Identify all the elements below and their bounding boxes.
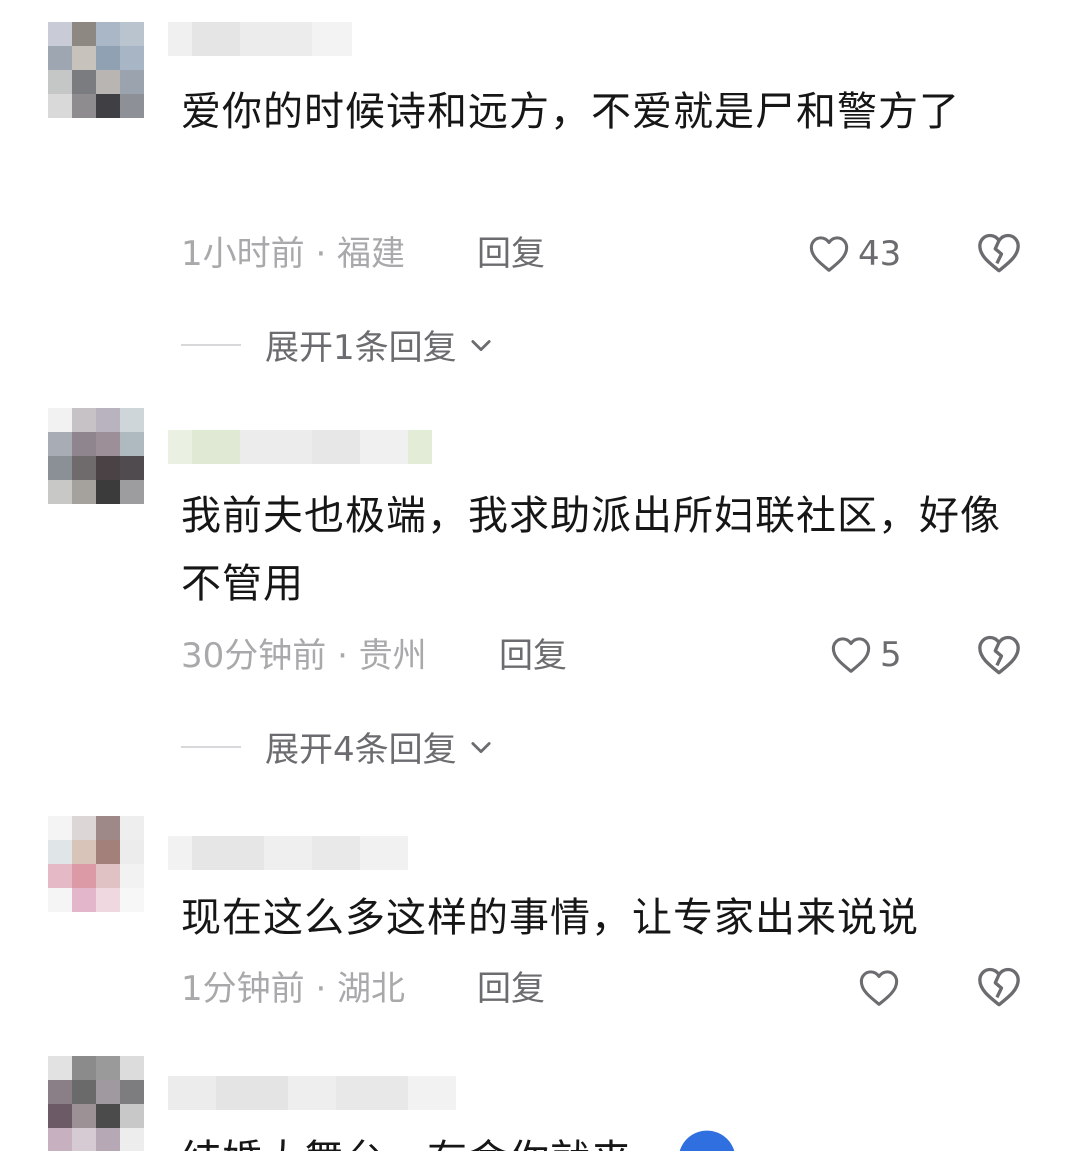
- avatar[interactable]: [48, 408, 144, 504]
- reply-button[interactable]: 回复: [499, 636, 567, 676]
- expand-replies-label: 展开4条回复: [265, 730, 457, 770]
- emoji-icon: [679, 1130, 735, 1151]
- chevron-down-icon: [471, 741, 491, 753]
- heart-outline-icon: [859, 970, 899, 1006]
- like-button[interactable]: 43: [806, 228, 901, 280]
- comment-time-location: 1分钟前 · 湖北: [181, 969, 406, 1009]
- username-blurred[interactable]: [168, 1076, 456, 1110]
- divider-line: [181, 745, 241, 748]
- like-count: 43: [858, 234, 902, 274]
- like-count: 5: [880, 635, 902, 675]
- avatar[interactable]: [48, 816, 144, 912]
- reply-button[interactable]: 回复: [477, 234, 545, 274]
- expand-replies-button[interactable]: 展开4条回复: [181, 722, 495, 771]
- broken-heart-icon[interactable]: [974, 630, 1024, 680]
- comment-time-location: 1小时前 · 福建: [181, 234, 406, 274]
- broken-heart-icon[interactable]: [974, 228, 1024, 278]
- like-button[interactable]: 5: [828, 629, 902, 681]
- comment-item: 现在这么多这样的事情，让专家出来说说 1分钟前 · 湖北 回复: [0, 800, 1080, 1050]
- username-blurred[interactable]: [168, 22, 352, 56]
- avatar[interactable]: [48, 22, 144, 118]
- expand-replies-button[interactable]: 展开1条回复: [181, 320, 495, 369]
- like-button[interactable]: [856, 962, 908, 1014]
- comment-time-location: 30分钟前 · 贵州: [181, 636, 427, 676]
- comment-text: 爱你的时候诗和远方，不爱就是尸和警方了: [181, 89, 960, 135]
- chevron-down-icon: [471, 339, 491, 351]
- comment-text: 结婚大舞台，有命你就来: [181, 1126, 1011, 1151]
- username-blurred[interactable]: [168, 836, 408, 870]
- reply-button[interactable]: 回复: [477, 969, 545, 1009]
- comment-item: 结婚大舞台，有命你就来: [0, 1050, 1080, 1151]
- comment-item: 我前夫也极端，我求助派出所妇联社区，好像不管用 30分钟前 · 贵州 回复 5 …: [0, 400, 1080, 800]
- username-blurred[interactable]: [168, 430, 432, 464]
- heart-outline-icon: [809, 236, 849, 272]
- divider-line: [181, 343, 241, 346]
- expand-replies-label: 展开1条回复: [265, 328, 457, 368]
- comment-text: 现在这么多这样的事情，让专家出来说说: [181, 895, 919, 941]
- avatar[interactable]: [48, 1056, 144, 1151]
- comment-item: 爱你的时候诗和远方，不爱就是尸和警方了 1小时前 · 福建 回复 43 展开1条…: [0, 0, 1080, 400]
- comment-text: 我前夫也极端，我求助派出所妇联社区，好像不管用: [181, 493, 1001, 607]
- heart-outline-icon: [831, 637, 871, 673]
- broken-heart-icon[interactable]: [974, 962, 1024, 1012]
